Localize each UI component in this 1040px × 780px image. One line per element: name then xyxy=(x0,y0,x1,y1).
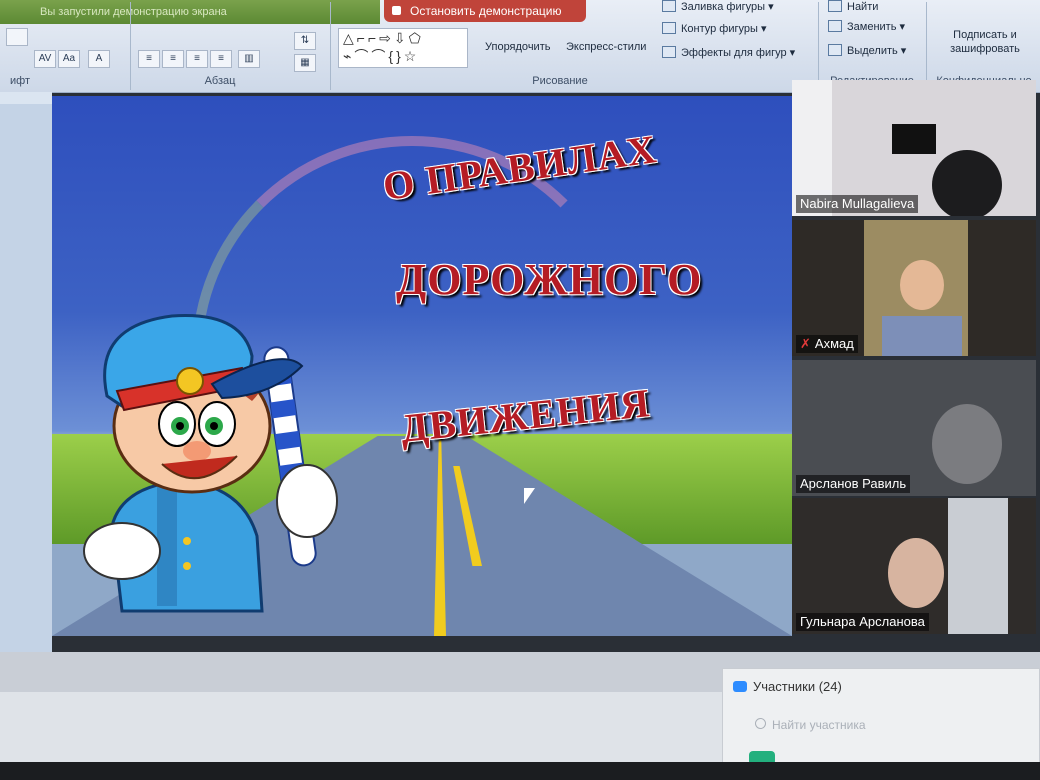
fill-icon xyxy=(662,0,676,12)
justify-button[interactable]: ≡ xyxy=(210,50,232,68)
select-label: Выделить xyxy=(847,45,898,57)
participant-name: Nabira Mullagalieva xyxy=(796,195,919,213)
stop-demo-label: Остановить демонстрацию xyxy=(410,4,562,18)
change-case-button[interactable]: Aa xyxy=(58,50,80,68)
search-icon xyxy=(755,718,766,729)
replace-icon xyxy=(828,20,842,32)
align-left-button[interactable]: ≡ xyxy=(138,50,160,68)
group-font-label: ифт xyxy=(10,75,30,87)
find-label: Найти xyxy=(847,1,879,13)
participant-figure xyxy=(932,150,1002,216)
outline-shape-label: Контур фигуры xyxy=(681,23,758,35)
mouse-cursor xyxy=(524,488,535,504)
effects-shape-label: Эффекты для фигур xyxy=(681,47,787,59)
align-center-button[interactable]: ≡ xyxy=(162,50,184,68)
video-tile-3[interactable]: Арсланов Равиль xyxy=(792,360,1036,496)
participant-face xyxy=(888,538,944,608)
effects-icon xyxy=(662,46,676,58)
participants-title: Участники (24) xyxy=(753,679,842,694)
font-size-box[interactable] xyxy=(6,28,28,46)
select-button[interactable]: Выделить ▾ xyxy=(828,44,906,58)
monitor-bezel xyxy=(0,762,1040,780)
ribbon-divider xyxy=(818,2,819,90)
slide-panel-strip xyxy=(0,92,52,652)
slide-title-line2: ДОРОЖНОГО xyxy=(396,255,703,304)
pen-icon xyxy=(662,22,676,34)
cursor-icon xyxy=(828,44,842,56)
participant-name: ✗ Ахмад xyxy=(796,335,858,353)
font-color-button[interactable]: A xyxy=(88,50,110,68)
participant-figure xyxy=(932,404,1002,484)
fill-shape-button[interactable]: Заливка фигуры ▾ xyxy=(662,0,774,14)
video-tile-1[interactable]: Nabira Mullagalieva xyxy=(792,80,1036,216)
smartart-button[interactable]: ▦ xyxy=(294,54,316,72)
participants-icon xyxy=(733,681,747,692)
shapes-gallery[interactable]: △⌐⌐⇨⇩⬠ ⌁⌒⌒{}☆ xyxy=(338,28,468,68)
find-button[interactable]: Найти xyxy=(828,0,878,14)
replace-label: Заменить xyxy=(847,21,897,33)
slide-panel-top xyxy=(0,92,52,104)
traffic-officer-illustration xyxy=(83,314,338,613)
text-direction-button[interactable]: ⇅ xyxy=(294,32,316,50)
group-drawing-label: Рисование xyxy=(532,75,588,87)
search-placeholder: Найти участника xyxy=(772,718,866,732)
video-tile-4[interactable]: Гульнара Арсланова xyxy=(792,498,1036,634)
ribbon-divider xyxy=(130,2,131,90)
ribbon-divider xyxy=(330,2,331,90)
mic-muted-icon: ✗ xyxy=(800,336,811,351)
outline-shape-button[interactable]: Контур фигуры ▾ xyxy=(662,22,767,36)
stop-demo-button[interactable]: Остановить демонстрацию xyxy=(384,0,586,22)
effects-shape-button[interactable]: Эффекты для фигур ▾ xyxy=(662,46,795,60)
replace-button[interactable]: Заменить ▾ xyxy=(828,20,905,34)
window-light xyxy=(948,498,1008,634)
slide-canvas[interactable]: О ПРАВИЛАХ ДОРОЖНОГО ДВИЖЕНИЯ xyxy=(52,96,792,636)
columns-button[interactable]: ▥ xyxy=(238,50,260,68)
char-spacing-button[interactable]: AV xyxy=(34,50,56,68)
binoculars-icon xyxy=(828,0,842,12)
participant-face xyxy=(900,260,944,310)
align-right-button[interactable]: ≡ xyxy=(186,50,208,68)
video-tile-2[interactable]: ✗ Ахмад xyxy=(792,220,1036,356)
ribbon-divider xyxy=(926,2,927,90)
participant-name: Гульнара Арсланова xyxy=(796,613,929,631)
fill-shape-label: Заливка фигуры xyxy=(681,1,766,13)
quick-styles-button[interactable]: Экспресс-стили xyxy=(566,40,646,54)
arrange-button[interactable]: Упорядочить xyxy=(485,40,550,54)
wall-picture xyxy=(892,124,936,154)
share-status-bar: Вы запустили демонстрацию экрана xyxy=(0,0,380,24)
group-paragraph-label: Абзац xyxy=(204,75,236,87)
participant-name: Арсланов Равиль xyxy=(796,475,911,493)
participant-shirt xyxy=(882,316,962,356)
sign-encrypt-button[interactable]: Подписать и зашифровать xyxy=(940,28,1030,56)
share-status-text: Вы запустили демонстрацию экрана xyxy=(40,6,227,18)
participant-search-input[interactable]: Найти участника xyxy=(755,713,1025,737)
stop-icon xyxy=(392,6,401,15)
